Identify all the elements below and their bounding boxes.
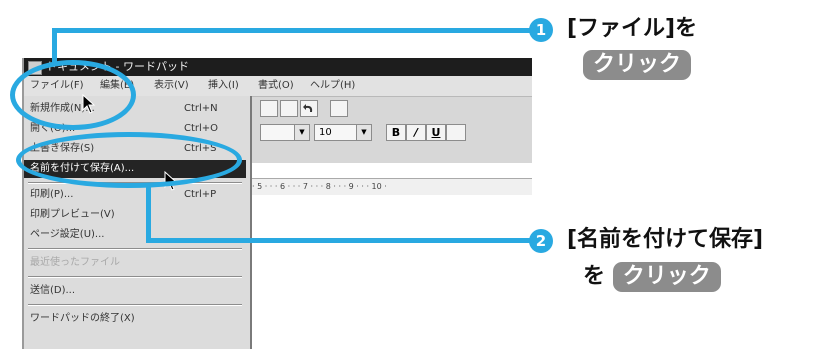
ruler: · 5 · · · 6 · · · 7 · · · 8 · · · 9 · · … (252, 178, 532, 196)
font-size-combo[interactable]: 10 ▼ (314, 124, 372, 141)
menu-item-shortcut: Ctrl+N (184, 103, 218, 114)
connector-line (52, 28, 532, 33)
menu-view[interactable]: 表示(V) (154, 76, 189, 96)
menu-insert[interactable]: 挿入(I) (208, 76, 239, 96)
menu-separator (28, 248, 242, 250)
find-button[interactable] (260, 100, 278, 117)
font-size-value: 10 (319, 127, 332, 138)
underline-button[interactable]: U (426, 124, 446, 141)
insert-datetime-button[interactable] (330, 100, 348, 117)
menu-item-label: ページ設定(U)... (30, 229, 105, 240)
undo-icon (303, 104, 313, 112)
step1-action: クリック (583, 50, 692, 80)
cut-button[interactable] (280, 100, 298, 117)
menu-separator (28, 276, 242, 278)
menu-format[interactable]: 書式(O) (258, 76, 294, 96)
menu-help[interactable]: ヘルプ(H) (310, 76, 355, 96)
step-number-badge: 2 (529, 229, 553, 253)
undo-button[interactable] (300, 100, 318, 117)
connector-line (52, 28, 57, 64)
menu-separator (28, 304, 242, 306)
bold-button[interactable]: B (386, 124, 406, 141)
menu-item-shortcut: Ctrl+P (184, 189, 217, 200)
step-number-badge: 1 (529, 18, 553, 42)
color-button[interactable] (446, 124, 466, 141)
menu-print[interactable]: 印刷(P)... Ctrl+P (24, 186, 246, 204)
font-name-combo[interactable]: ▼ (260, 124, 310, 141)
menu-item-label: 送信(D)... (30, 285, 76, 296)
step2-action: を クリック (583, 262, 721, 292)
chevron-down-icon: ▼ (356, 125, 371, 140)
click-badge: クリック (612, 262, 721, 292)
menu-recent-files: 最近使ったファイル (24, 254, 246, 272)
menu-item-label: ワードパッドの終了(X) (30, 313, 135, 324)
click-badge: クリック (583, 50, 692, 80)
menu-exit[interactable]: ワードパッドの終了(X) (24, 310, 246, 328)
italic-button[interactable]: / (406, 124, 426, 141)
menu-print-preview[interactable]: 印刷プレビュー(V) (24, 206, 246, 224)
step1-instruction: [ファイル]を (567, 16, 698, 41)
menu-send[interactable]: 送信(D)... (24, 282, 246, 300)
chevron-down-icon: ▼ (294, 125, 309, 140)
highlight-ring-file-menu (10, 60, 136, 130)
connector-line (146, 186, 151, 242)
menu-item-label: 印刷(P)... (30, 189, 74, 200)
step2-instruction: [名前を付けて保存] (567, 227, 764, 252)
document-area[interactable] (252, 195, 532, 349)
menu-item-label: 最近使ったファイル (30, 257, 120, 268)
step2-particle: を (583, 264, 606, 289)
menu-item-label: 印刷プレビュー(V) (30, 209, 115, 220)
connector-line (146, 238, 532, 243)
highlight-ring-save-as (16, 132, 242, 188)
